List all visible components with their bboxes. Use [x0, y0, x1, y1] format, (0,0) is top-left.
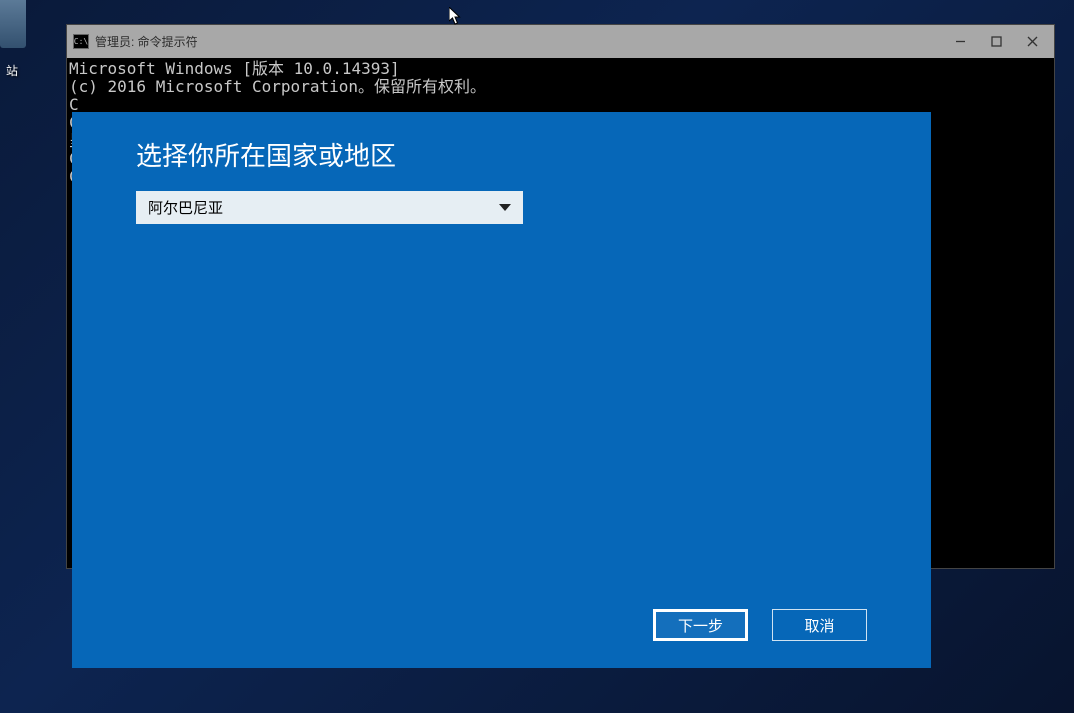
- recycle-bin-icon[interactable]: [0, 0, 26, 48]
- dialog-title: 选择你所在国家或地区: [136, 136, 867, 173]
- region-dialog: 选择你所在国家或地区 阿尔巴尼亚 下一步 取消: [72, 112, 931, 668]
- cmd-line: Microsoft Windows [版本 10.0.14393]: [69, 60, 1052, 78]
- next-button[interactable]: 下一步: [653, 609, 748, 641]
- minimize-button[interactable]: [942, 25, 978, 58]
- cmd-title-text: 管理员: 命令提示符: [95, 33, 198, 50]
- cancel-button-label: 取消: [804, 615, 834, 636]
- close-button[interactable]: [1014, 25, 1050, 58]
- window-controls: [942, 25, 1050, 58]
- cmd-titlebar[interactable]: C:\ 管理员: 命令提示符: [67, 25, 1054, 58]
- next-button-label: 下一步: [678, 615, 723, 636]
- cancel-button[interactable]: 取消: [772, 609, 867, 641]
- maximize-button[interactable]: [978, 25, 1014, 58]
- dialog-button-row: 下一步 取消: [653, 609, 867, 641]
- mouse-cursor-icon: [449, 7, 462, 25]
- cmd-line: (c) 2016 Microsoft Corporation。保留所有权利。: [69, 78, 1052, 96]
- region-dropdown[interactable]: 阿尔巴尼亚: [136, 191, 523, 224]
- cmd-app-icon: C:\: [73, 34, 89, 49]
- recycle-bin-label: 站: [6, 62, 18, 79]
- chevron-down-icon: [499, 204, 511, 211]
- dropdown-value: 阿尔巴尼亚: [148, 197, 223, 218]
